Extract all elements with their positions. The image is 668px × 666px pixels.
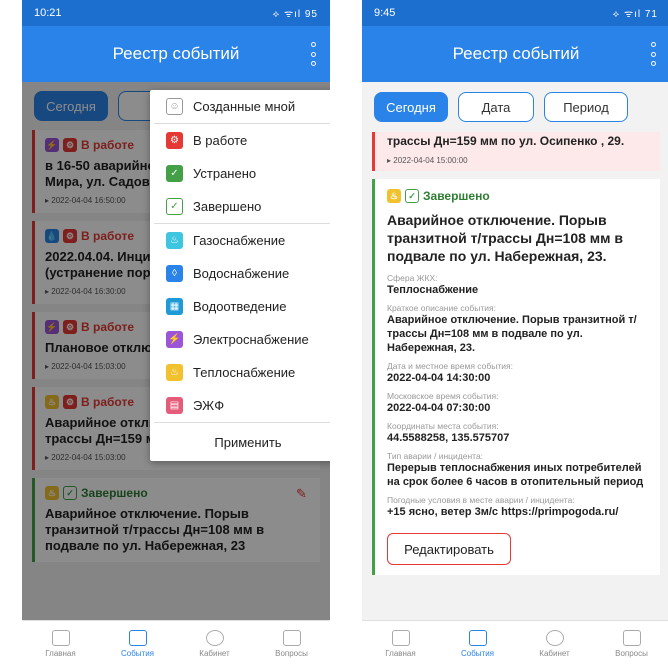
field-label: Погодные условия в месте аварии / инциде… xyxy=(387,495,575,505)
heat-icon: ♨ xyxy=(166,364,183,381)
home-icon xyxy=(391,629,410,646)
menu-item-fixed[interactable]: ✓ Устранено xyxy=(150,157,330,190)
app-bar: Реестр событий xyxy=(22,26,330,82)
menu-item-label: Созданные мной xyxy=(193,99,296,114)
nav-home[interactable]: Главная xyxy=(31,629,91,658)
nav-events[interactable]: События xyxy=(108,629,168,658)
event-title: трассы Дн=159 мм по ул. Осипенко , 29. xyxy=(387,134,625,148)
status-bar: 10:21 ⟡ ᯤıl 95 xyxy=(22,0,330,26)
check-circle-icon: ✓ xyxy=(166,165,183,182)
menu-item-heat[interactable]: ♨ Теплоснабжение xyxy=(150,356,330,389)
done-icon: ✓ xyxy=(405,189,419,203)
user-icon: ☺ xyxy=(166,98,183,115)
status-icons: ⟡ ᯤıl 95 xyxy=(272,9,318,20)
menu-item-label: Устранено xyxy=(193,166,257,181)
menu-item-label: Водоснабжение xyxy=(193,266,290,281)
menu-item-created-by-me[interactable]: ☺ Созданные мной xyxy=(150,90,330,123)
nav-label: Вопросы xyxy=(615,648,648,658)
field-value: 2022-04-04 14:30:00 xyxy=(387,372,491,384)
menu-item-completed[interactable]: ✓ Завершено xyxy=(150,190,330,223)
menu-item-label: Газоснабжение xyxy=(193,233,286,248)
menu-item-drainage[interactable]: ▦ Водоотведение xyxy=(150,290,330,323)
home-icon xyxy=(51,629,70,646)
question-icon xyxy=(282,629,301,646)
menu-item-in-work[interactable]: ⚙ В работе xyxy=(150,124,330,157)
field-label: Тип аварии / инцидента: xyxy=(387,451,484,461)
menu-item-gas[interactable]: ♨ Газоснабжение xyxy=(150,224,330,257)
field-label: Московское время события: xyxy=(387,391,499,401)
event-detail: ♨ ✓ Завершено Аварийное отключение. Поры… xyxy=(372,179,660,575)
nav-label: Вопросы xyxy=(275,648,308,658)
menu-item-water[interactable]: ◊ Водоснабжение xyxy=(150,257,330,290)
field-label: Координаты места события: xyxy=(387,421,499,431)
field-label: Краткое описание события: xyxy=(387,303,496,313)
nav-events[interactable]: События xyxy=(448,629,508,658)
tab-period[interactable]: Период xyxy=(544,92,628,122)
nav-cabinet[interactable]: Кабинет xyxy=(185,629,245,658)
bottom-nav: Главная События Кабинет Вопросы xyxy=(362,620,668,666)
menu-item-label: В работе xyxy=(193,133,248,148)
status-time: 10:21 xyxy=(34,7,62,19)
nav-home[interactable]: Главная xyxy=(371,629,431,658)
field-label: Дата и местное время события: xyxy=(387,361,513,371)
event-card[interactable]: трассы Дн=159 мм по ул. Осипенко , 29. ▸… xyxy=(372,132,660,171)
filter-menu: ☺ Созданные мной ⚙ В работе ✓ Устранено … xyxy=(150,90,330,461)
page-title: Реестр событий xyxy=(452,44,580,63)
event-date: ▸ 2022-04-04 15:00:00 xyxy=(387,156,468,165)
nav-cabinet[interactable]: Кабинет xyxy=(525,629,585,658)
menu-item-label: ЭЖФ xyxy=(193,398,225,413)
tab-date[interactable]: Дата xyxy=(458,92,534,122)
nav-label: События xyxy=(460,648,495,658)
filter-tabs: Сегодня Дата Период xyxy=(362,82,668,132)
status-bar: 9:45 ⟡ ᯤıl 71 xyxy=(362,0,668,26)
nav-questions[interactable]: Вопросы xyxy=(602,629,662,658)
water-icon: ◊ xyxy=(166,265,183,282)
page-title: Реестр событий xyxy=(112,44,240,63)
apply-button[interactable]: Применить xyxy=(150,423,330,461)
field-value: 2022-04-04 07:30:00 xyxy=(387,402,491,414)
list-icon xyxy=(128,629,147,646)
power-icon: ⚡ xyxy=(166,331,183,348)
profile-icon xyxy=(205,629,224,646)
in-work-icon: ⚙ xyxy=(166,132,183,149)
heat-icon: ♨ xyxy=(387,189,401,203)
done-icon: ✓ xyxy=(166,198,183,215)
app-bar: Реестр событий xyxy=(362,26,668,82)
nav-label: Главная xyxy=(45,648,76,658)
field-label: Сфера ЖКХ: xyxy=(387,273,438,283)
nav-label: Кабинет xyxy=(199,648,230,658)
nav-questions[interactable]: Вопросы xyxy=(262,629,322,658)
status-icons: ⟡ ᯤıl 71 xyxy=(612,9,658,20)
status-time: 9:45 xyxy=(374,7,396,19)
menu-item-label: Водоотведение xyxy=(193,299,287,314)
menu-item-ezhf[interactable]: ▤ ЭЖФ xyxy=(150,389,330,422)
menu-item-label: Теплоснабжение xyxy=(193,365,296,380)
profile-icon xyxy=(545,629,564,646)
building-icon: ▤ xyxy=(166,397,183,414)
more-menu-icon[interactable] xyxy=(648,42,658,66)
menu-item-power[interactable]: ⚡ Электроснабжение xyxy=(150,323,330,356)
field-value: Аварийное отключение. Порыв транзитной т… xyxy=(387,314,637,354)
nav-label: События xyxy=(120,648,155,658)
question-icon xyxy=(622,629,641,646)
more-menu-icon[interactable] xyxy=(308,42,318,66)
menu-item-label: Завершено xyxy=(193,199,262,214)
field-value: 44.5588258, 135.575707 xyxy=(387,432,510,444)
field-value: Перерыв теплоснабжения иных потребителей… xyxy=(387,462,644,488)
drain-icon: ▦ xyxy=(166,298,183,315)
field-value: +15 ясно, ветер 3м/с https://primpogoda.… xyxy=(387,506,619,518)
right-screen: 9:45 ⟡ ᯤıl 71 Реестр событий Сегодня Дат… xyxy=(362,0,668,666)
gas-icon: ♨ xyxy=(166,232,183,249)
nav-label: Кабинет xyxy=(539,648,570,658)
bottom-nav: Главная События Кабинет Вопросы xyxy=(22,620,330,666)
list-icon xyxy=(468,629,487,646)
menu-item-label: Электроснабжение xyxy=(193,332,309,347)
field-value: Теплоснабжение xyxy=(387,284,479,296)
left-screen: 10:21 ⟡ ᯤıl 95 Реестр событий Сегодня ⚡ … xyxy=(22,0,330,666)
event-title: Аварийное отключение. Порыв транзитной т… xyxy=(387,212,623,264)
edit-button[interactable]: Редактировать xyxy=(387,533,511,565)
nav-label: Главная xyxy=(385,648,416,658)
status-label: Завершено xyxy=(423,189,490,203)
tab-today[interactable]: Сегодня xyxy=(374,92,448,122)
